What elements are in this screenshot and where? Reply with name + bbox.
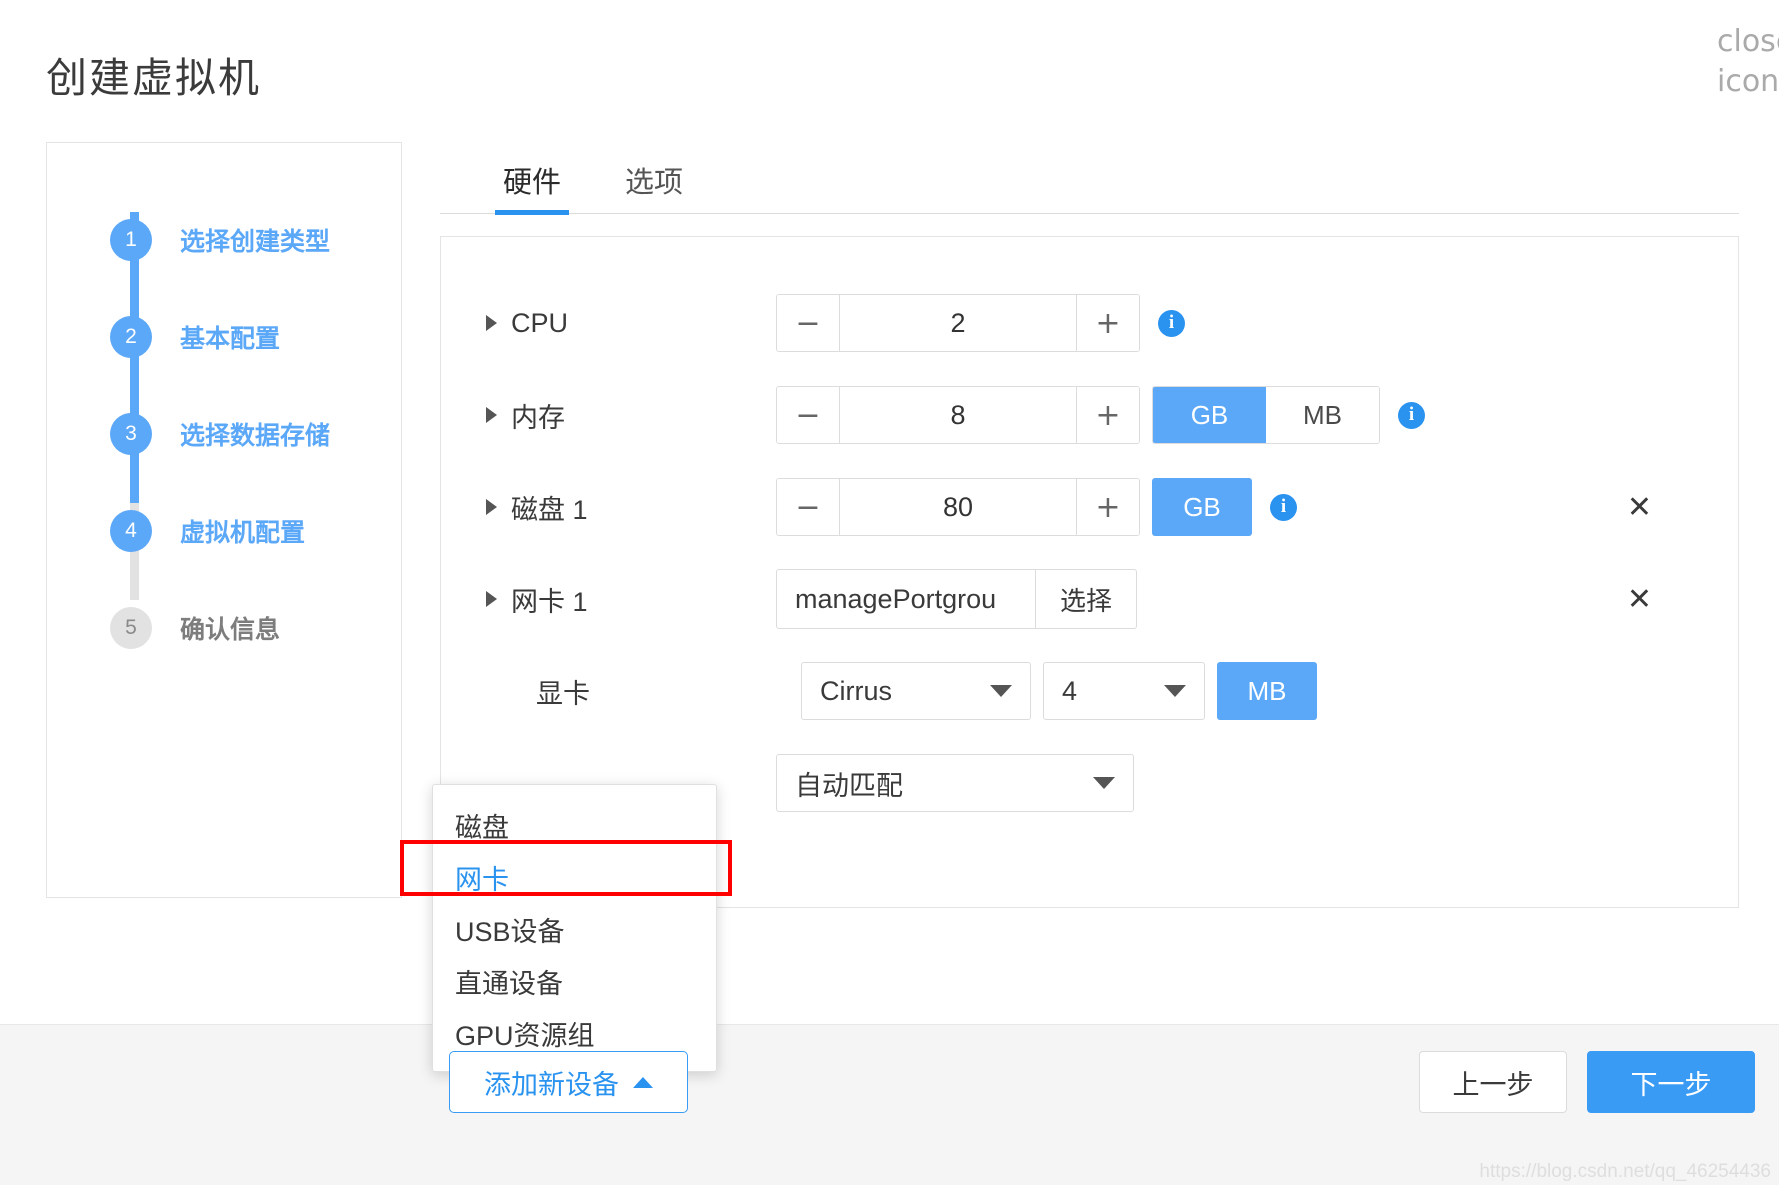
next-step-button[interactable]: 下一步 [1587, 1051, 1755, 1113]
memory-row-label-group[interactable]: 内存 [486, 396, 776, 435]
mode-value: 自动匹配 [795, 770, 903, 801]
nic1-portgroup-input[interactable]: managePortgrou 选择 [776, 569, 1138, 629]
memory-unit-toggle: GB MB [1152, 386, 1380, 444]
step-label-3: 选择数据存储 [180, 421, 331, 450]
chevron-down-icon [990, 685, 1012, 697]
cpu-stepper[interactable]: − 2 + [776, 294, 1140, 352]
memory-decrement-button[interactable]: − [777, 387, 840, 443]
gpu-unit-mb[interactable]: MB [1217, 662, 1317, 720]
expand-caret-icon[interactable] [486, 407, 497, 423]
step-number-4: 4 [110, 509, 152, 552]
memory-stepper[interactable]: − 8 + [776, 386, 1140, 444]
sidebar-item-step-5[interactable]: 5 确认信息 [47, 579, 401, 676]
hardware-row-disk-1: 磁盘 1 − 80 + GB i ✕ [441, 461, 1738, 553]
menu-item-disk[interactable]: 磁盘 [433, 799, 716, 851]
nic1-remove-icon[interactable]: ✕ [1627, 582, 1652, 617]
cpu-row-label-group[interactable]: CPU [486, 308, 776, 339]
create-vm-dialog: close-icon 创建虚拟机 1 选择创建类型 2 基本配置 3 选择数据存… [0, 0, 1779, 1185]
sidebar-item-step-3[interactable]: 3 选择数据存储 [47, 385, 401, 482]
hardware-row-memory: 内存 − 8 + GB MB i [441, 369, 1738, 461]
disk1-increment-button[interactable]: + [1076, 479, 1139, 535]
sidebar-item-step-1[interactable]: 1 选择创建类型 [47, 191, 401, 288]
memory-unit-gb[interactable]: GB [1153, 387, 1266, 443]
expand-caret-icon[interactable] [486, 499, 497, 515]
hardware-row-cpu: CPU − 2 + i [441, 277, 1738, 369]
menu-item-passthrough-device[interactable]: 直通设备 [433, 955, 716, 1007]
nic1-label: 网卡 1 [511, 586, 588, 617]
disk1-decrement-button[interactable]: − [777, 479, 840, 535]
page-title: 创建虚拟机 [46, 55, 261, 101]
chevron-down-icon [1093, 777, 1115, 789]
nic1-select-button[interactable]: 选择 [1035, 570, 1136, 628]
memory-info-icon[interactable]: i [1398, 401, 1425, 429]
close-icon[interactable]: close-icon [1717, 22, 1779, 99]
steps-sidebar: 1 选择创建类型 2 基本配置 3 选择数据存储 4 虚拟机配置 5 确认信息 [46, 142, 402, 898]
step-label-5: 确认信息 [180, 615, 281, 644]
disk1-info-icon[interactable]: i [1270, 493, 1297, 521]
cpu-info-icon[interactable]: i [1158, 309, 1185, 337]
mode-select[interactable]: 自动匹配 [776, 754, 1134, 812]
disk1-row-label-group[interactable]: 磁盘 1 [486, 488, 776, 527]
tab-hardware[interactable]: 硬件 [495, 159, 570, 215]
step-number-1: 1 [110, 218, 152, 261]
tab-bar: 硬件 选项 [440, 142, 1739, 215]
watermark: https://blog.csdn.net/qq_46254436 [1479, 1161, 1771, 1182]
gpu-model-select[interactable]: Cirrus [801, 662, 1031, 720]
gpu-model-value: Cirrus [820, 675, 892, 706]
prev-step-button[interactable]: 上一步 [1419, 1051, 1567, 1113]
memory-increment-button[interactable]: + [1076, 387, 1139, 443]
step-number-5: 5 [110, 606, 152, 649]
add-device-menu: 磁盘 网卡 USB设备 直通设备 GPU资源组 [432, 784, 717, 1072]
disk1-stepper[interactable]: − 80 + [776, 478, 1140, 536]
expand-caret-icon[interactable] [486, 315, 497, 331]
gpu-label: 显卡 [536, 678, 590, 709]
disk1-unit-gb[interactable]: GB [1152, 478, 1252, 536]
dialog-body: 1 选择创建类型 2 基本配置 3 选择数据存储 4 虚拟机配置 5 确认信息 [0, 104, 1779, 1072]
add-device-label: 添加新设备 [484, 1069, 619, 1100]
sidebar-item-step-4[interactable]: 4 虚拟机配置 [47, 482, 401, 579]
memory-unit-mb[interactable]: MB [1266, 387, 1379, 443]
expand-caret-icon[interactable] [486, 591, 497, 607]
nic1-portgroup-value[interactable]: managePortgrou [777, 570, 1035, 628]
gpu-vram-value: 4 [1062, 675, 1078, 706]
step-label-4: 虚拟机配置 [180, 518, 306, 547]
gpu-vram-select[interactable]: 4 [1043, 662, 1205, 720]
dialog-footer: 添加新设备 上一步 下一步 https://blog.csdn.net/qq_4… [0, 1024, 1779, 1185]
tab-options[interactable]: 选项 [617, 159, 691, 213]
disk1-value[interactable]: 80 [840, 479, 1076, 535]
hardware-row-gpu: 显卡 Cirrus 4 MB [441, 645, 1738, 737]
step-number-2: 2 [110, 315, 152, 358]
step-label-2: 基本配置 [180, 324, 281, 353]
sidebar-item-step-2[interactable]: 2 基本配置 [47, 288, 401, 385]
hardware-row-nic-1: 网卡 1 managePortgrou 选择 ✕ [441, 553, 1738, 645]
disk1-label: 磁盘 1 [511, 494, 588, 525]
step-number-3: 3 [110, 412, 152, 455]
cpu-label: CPU [511, 307, 569, 338]
memory-label: 内存 [511, 402, 565, 433]
chevron-down-icon [1164, 685, 1186, 697]
cpu-increment-button[interactable]: + [1076, 295, 1139, 351]
add-device-button[interactable]: 添加新设备 [449, 1051, 688, 1113]
chevron-up-icon [633, 1076, 653, 1088]
footer-actions: 上一步 下一步 [1419, 1051, 1755, 1113]
cpu-value[interactable]: 2 [840, 295, 1076, 351]
menu-item-usb-device[interactable]: USB设备 [433, 903, 716, 955]
step-label-1: 选择创建类型 [180, 227, 331, 256]
memory-value[interactable]: 8 [840, 387, 1076, 443]
gpu-row-label-group: 显卡 [486, 672, 801, 711]
disk1-remove-icon[interactable]: ✕ [1627, 490, 1652, 525]
menu-item-nic[interactable]: 网卡 [433, 851, 716, 903]
cpu-decrement-button[interactable]: − [777, 295, 840, 351]
nic1-row-label-group[interactable]: 网卡 1 [486, 580, 776, 619]
